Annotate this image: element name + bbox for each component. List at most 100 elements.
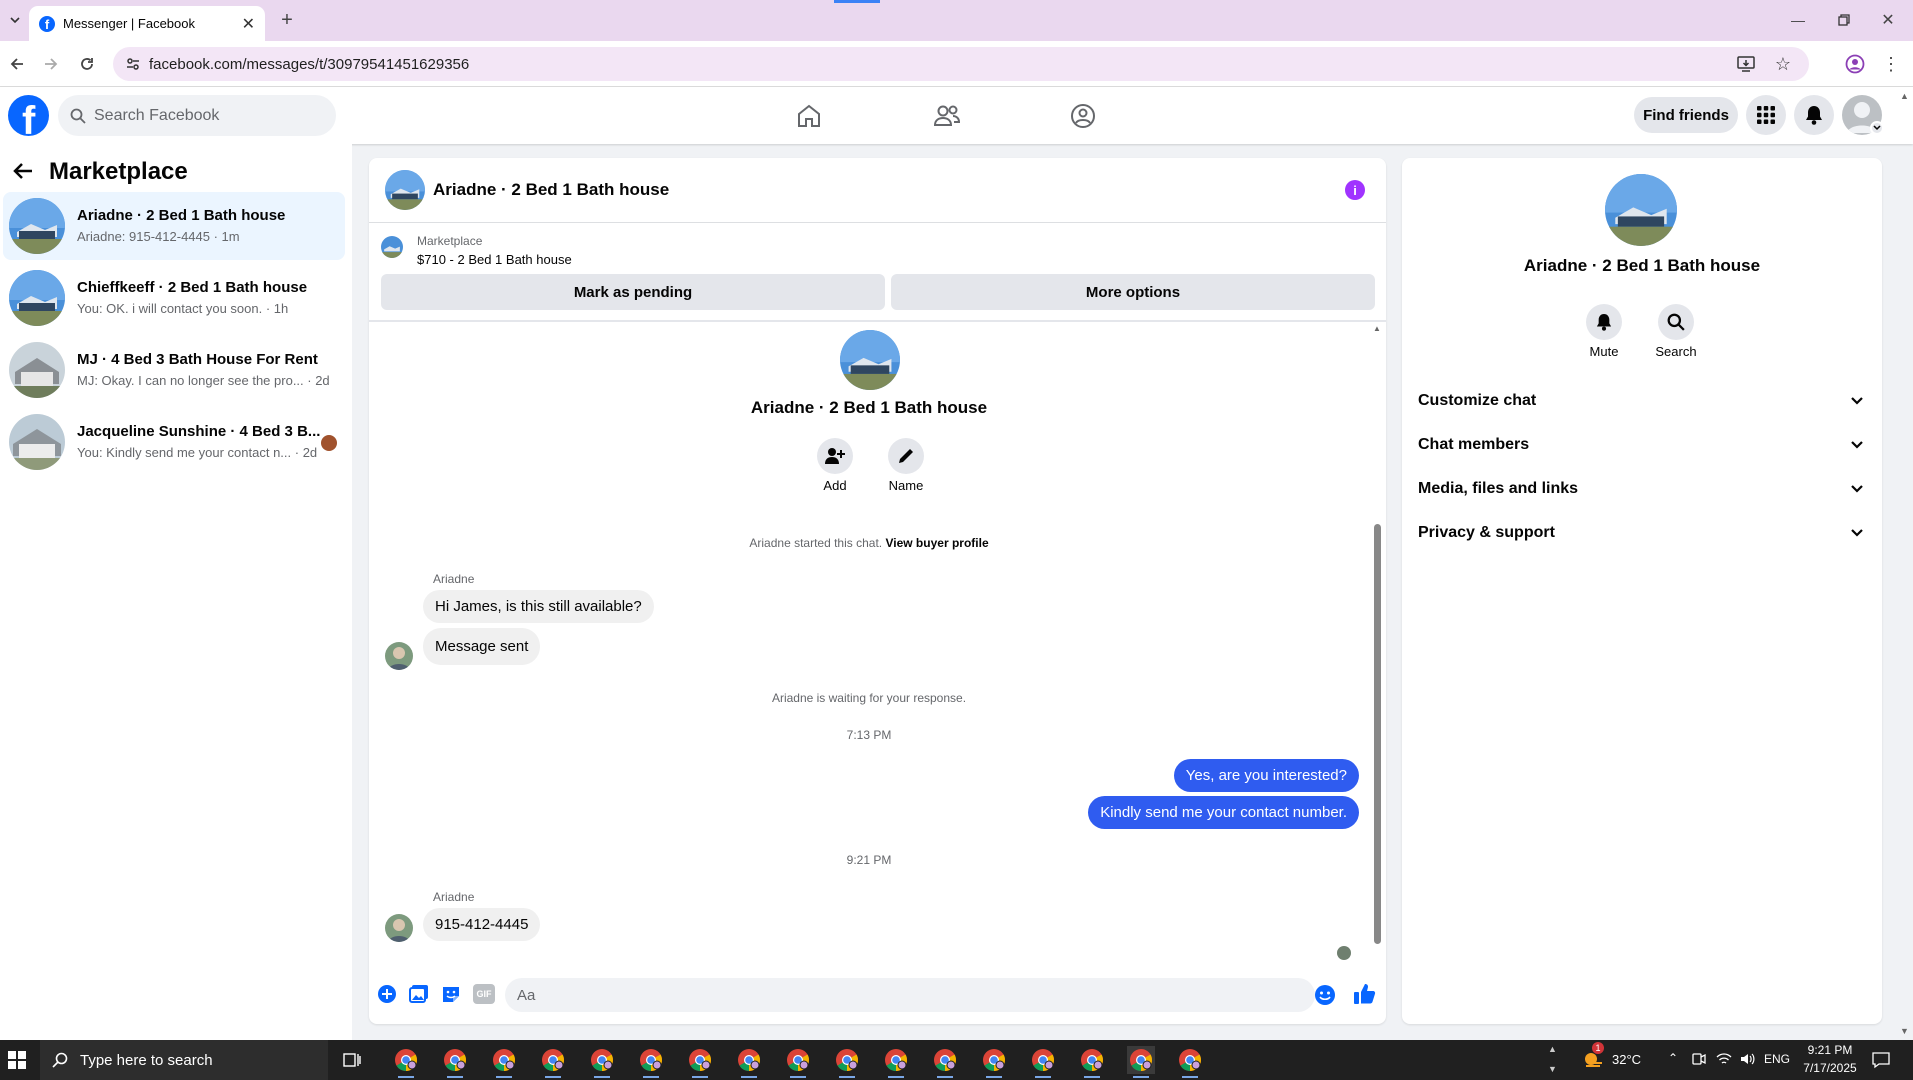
chat-members-section[interactable]: Chat members [1418,425,1868,465]
input-language[interactable]: ENG [1764,1052,1790,1066]
tab-close-icon[interactable]: ✕ [242,14,255,34]
scroll-up-arrow-icon[interactable]: ▲ [1373,324,1381,333]
sticker-icon[interactable] [441,984,461,1004]
sender-avatar[interactable] [385,642,413,670]
task-view-icon[interactable] [343,1051,361,1069]
gif-icon[interactable]: GIF [473,984,495,1004]
thumbs-up-icon[interactable] [1353,982,1377,1006]
find-friends-button[interactable]: Find friends [1634,97,1738,133]
incoming-message[interactable]: Hi James, is this still available? [423,590,654,623]
notifications-bell-icon[interactable] [1794,95,1834,135]
wifi-icon[interactable] [1716,1052,1732,1066]
page-scroll-down-icon[interactable]: ▼ [1900,1026,1909,1036]
view-buyer-profile-link[interactable]: View buyer profile [885,536,988,550]
chrome-taskbar-icon[interactable] [735,1046,763,1078]
restore-button[interactable] [1832,8,1856,32]
chrome-taskbar-icon[interactable] [784,1046,812,1078]
photo-icon[interactable] [409,984,429,1004]
temperature[interactable]: 32°C [1612,1052,1641,1067]
media-files-links-section[interactable]: Media, files and links [1418,469,1868,509]
new-tab-button[interactable]: + [275,8,299,32]
chrome-taskbar-icon[interactable] [539,1046,567,1078]
intro-avatar[interactable] [840,330,900,390]
clock-date[interactable]: 7/17/2025 [1800,1061,1860,1075]
chrome-taskbar-icon[interactable] [1029,1046,1057,1078]
tray-scroll-down-icon[interactable]: ▼ [1548,1064,1557,1074]
customize-chat-section[interactable]: Customize chat [1418,381,1868,421]
chat-scrollbar[interactable]: ▲ ▼ [1373,324,1382,959]
bookmark-star-icon[interactable]: ☆ [1775,54,1791,75]
chrome-taskbar-icon[interactable] [588,1046,616,1078]
section-label: Media, files and links [1418,480,1579,497]
edit-name-pencil-icon[interactable] [888,438,924,474]
conversation-item[interactable]: Ariadne · 2 Bed 1 Bath house Ariadne: 91… [3,192,345,260]
chrome-taskbar-icon[interactable] [1127,1046,1155,1078]
back-arrow-icon[interactable] [12,160,34,182]
meet-now-icon[interactable] [1692,1052,1706,1066]
conversation-item[interactable]: MJ · 4 Bed 3 Bath House For Rent MJ: Oka… [3,336,345,404]
chrome-taskbar-icon[interactable] [686,1046,714,1078]
forward-icon[interactable] [38,51,64,77]
emoji-icon[interactable] [1314,984,1336,1006]
conversation-item[interactable]: Chieffkeeff · 2 Bed 1 Bath house You: OK… [3,264,345,332]
chrome-taskbar-icon[interactable] [1078,1046,1106,1078]
details-avatar[interactable] [1605,174,1677,246]
chrome-taskbar-icon[interactable] [833,1046,861,1078]
mute-bell-icon[interactable] [1586,304,1622,340]
taskbar-search-box[interactable]: Type here to search [40,1040,328,1080]
window-close-button[interactable]: ✕ [1876,8,1900,32]
mark-pending-button[interactable]: Mark as pending [381,274,885,310]
chat-header-title[interactable]: Ariadne · 2 Bed 1 Bath house [433,180,669,200]
site-info-icon[interactable] [125,56,141,72]
back-icon[interactable] [4,51,30,77]
minimize-button[interactable]: — [1786,8,1810,32]
incoming-message[interactable]: Message sent [423,628,541,665]
tray-scroll-up-icon[interactable]: ▲ [1548,1044,1557,1054]
clock-time[interactable]: 9:21 PM [1800,1043,1860,1057]
account-chevron-icon[interactable] [1870,121,1884,135]
page-scroll-up-icon[interactable]: ▲ [1900,91,1909,101]
tray-chevron-icon[interactable]: ⌃ [1668,1051,1678,1065]
house-avatar [9,270,65,326]
facebook-logo-icon[interactable]: f [8,95,49,136]
chrome-taskbar-icon[interactable] [931,1046,959,1078]
chrome-taskbar-icon[interactable] [441,1046,469,1078]
friends-icon[interactable] [932,101,962,131]
chrome-taskbar-icon[interactable] [980,1046,1008,1078]
home-icon[interactable] [794,101,824,131]
install-app-icon[interactable] [1737,56,1755,72]
chrome-taskbar-icon[interactable] [392,1046,420,1078]
info-icon[interactable]: i [1345,180,1365,200]
outgoing-message[interactable]: Kindly send me your contact number. [1088,796,1359,829]
browser-menu-icon[interactable]: ⋮ [1878,51,1904,77]
plus-icon[interactable] [377,984,397,1004]
message-composer-input[interactable]: Aa [505,978,1315,1012]
add-person-icon[interactable] [817,438,853,474]
incoming-message[interactable]: 915-412-4445 [423,908,541,941]
profile-icon[interactable] [1842,51,1868,77]
reload-icon[interactable] [74,51,100,77]
listing-thumbnail[interactable] [381,236,403,258]
sender-avatar[interactable] [385,914,413,942]
chat-header-avatar[interactable] [385,170,425,210]
conversation-item[interactable]: Jacqueline Sunshine · 4 Bed 3 B... You: … [3,408,345,476]
facebook-search-input[interactable]: Search Facebook [58,95,336,136]
scrollbar-thumb[interactable] [1374,524,1381,944]
privacy-support-section[interactable]: Privacy & support [1418,513,1868,553]
search-in-chat-icon[interactable] [1658,304,1694,340]
chrome-taskbar-icon[interactable] [882,1046,910,1078]
more-options-button[interactable]: More options [891,274,1375,310]
menu-grid-icon[interactable] [1746,95,1786,135]
chrome-taskbar-icon[interactable] [1176,1046,1204,1078]
browser-tab-active[interactable]: f Messenger | Facebook ✕ [29,6,265,41]
windows-start-icon[interactable] [8,1051,26,1069]
notification-center-icon[interactable] [1872,1051,1890,1069]
outgoing-message[interactable]: Yes, are you interested? [1173,759,1359,792]
tab-search-icon[interactable] [4,9,26,31]
chrome-taskbar-icon[interactable] [490,1046,518,1078]
url-bar[interactable]: facebook.com/messages/t/3097954145162935… [113,47,1809,81]
volume-icon[interactable] [1740,1052,1756,1066]
groups-icon[interactable] [1068,101,1098,131]
listing-price[interactable]: $710 - 2 Bed 1 Bath house [417,252,572,267]
chrome-taskbar-icon[interactable] [637,1046,665,1078]
